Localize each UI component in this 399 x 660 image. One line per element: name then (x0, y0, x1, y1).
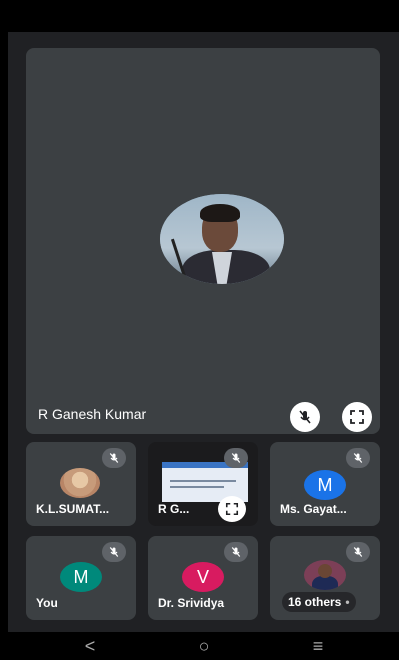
mic-off-icon (224, 542, 248, 562)
recents-nav-button[interactable]: ≡ (298, 636, 338, 656)
fullscreen-button[interactable] (218, 496, 246, 522)
participant-tile-self[interactable]: M You (26, 536, 136, 620)
mic-off-icon (224, 448, 248, 468)
fullscreen-icon (350, 410, 364, 424)
mic-off-button[interactable] (290, 402, 320, 432)
mic-off-icon (346, 448, 370, 468)
participant-name: K.L.SUMAT... (36, 502, 110, 516)
participant-initial-avatar: M (60, 562, 102, 592)
main-speaker-tile[interactable]: R Ganesh Kumar (26, 48, 380, 434)
back-icon: < (84, 635, 96, 656)
participant-name: Ms. Gayat... (280, 502, 347, 516)
mic-off-icon (346, 542, 370, 562)
status-bar (8, 0, 399, 32)
fullscreen-icon (225, 502, 239, 516)
mic-off-icon (102, 448, 126, 468)
others-count-badge: 16 others • (282, 592, 356, 612)
participant-tile[interactable]: K.L.SUMAT... (26, 442, 136, 526)
menu-icon: ≡ (312, 635, 324, 656)
participant-initial-avatar: M (304, 470, 346, 500)
others-tile[interactable]: 16 others • (270, 536, 380, 620)
more-dot-icon: • (345, 595, 350, 609)
participant-tile[interactable]: V Dr. Srividya (148, 536, 258, 620)
participant-photo (304, 560, 346, 590)
participant-initial-avatar: V (182, 562, 224, 592)
participant-photo (60, 468, 100, 498)
screen-share-tile[interactable]: R G... (148, 442, 258, 526)
speaker-avatar (160, 194, 284, 284)
participant-name: Dr. Srividya (158, 596, 225, 610)
others-count-label: 16 others (288, 595, 342, 609)
meeting-screen: R Ganesh Kumar K.L.SUMAT... R G... M Ms.… (8, 0, 399, 660)
participant-name: R G... (158, 502, 190, 516)
android-nav-bar: < ○ ≡ (8, 632, 399, 660)
mic-off-icon (299, 410, 311, 424)
mic-off-icon (102, 542, 126, 562)
participant-name: You (36, 596, 58, 610)
fullscreen-button[interactable] (342, 402, 372, 432)
home-nav-button[interactable]: ○ (184, 636, 224, 656)
back-nav-button[interactable]: < (70, 636, 110, 656)
speaker-name: R Ganesh Kumar (38, 406, 147, 422)
home-icon: ○ (198, 635, 210, 656)
participant-tile[interactable]: M Ms. Gayat... (270, 442, 380, 526)
